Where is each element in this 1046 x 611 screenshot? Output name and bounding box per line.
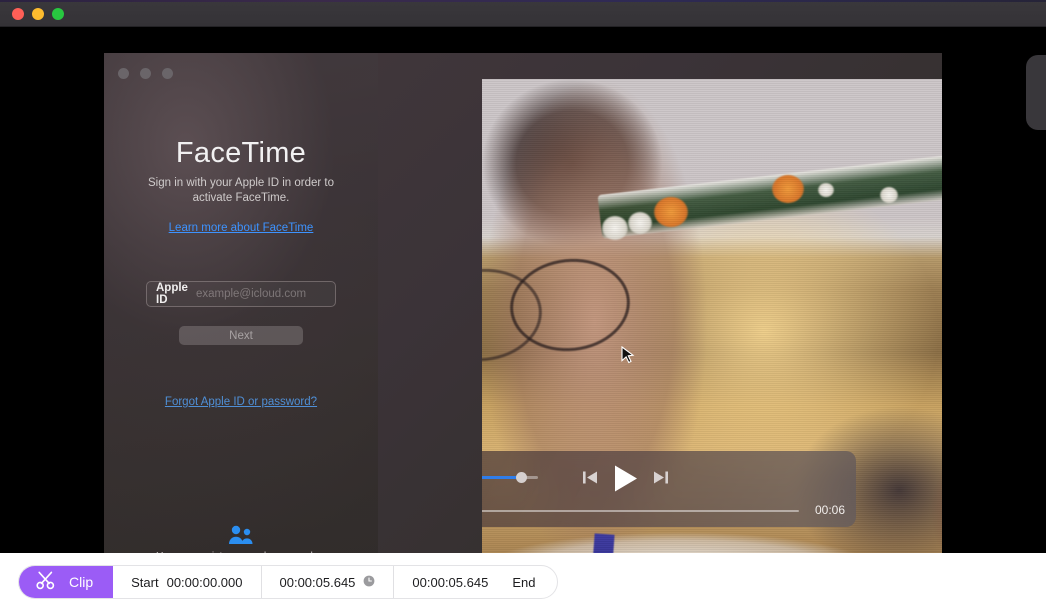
total-time-label: 00:06	[814, 503, 845, 517]
close-button[interactable]	[12, 8, 24, 20]
zoom-button[interactable]	[52, 8, 64, 20]
player-controls: 00:00 00:06	[482, 451, 856, 527]
volume-slider-knob[interactable]	[516, 472, 527, 483]
transport-controls	[582, 462, 672, 494]
learn-more-link[interactable]: Learn more about FaceTime	[104, 222, 378, 234]
play-icon[interactable]	[613, 464, 639, 498]
facetime-zoom-button[interactable]	[162, 68, 173, 79]
player-controls-top-row	[482, 451, 856, 501]
bottom-toolbar: Clip Start 00:00:00.000 00:00:05.645 00:…	[0, 553, 1046, 611]
decoration-flower	[654, 197, 688, 227]
volume-slider[interactable]	[482, 476, 538, 479]
facetime-subtitle: Sign in with your Apple ID in order to a…	[147, 177, 335, 204]
people-icon	[104, 525, 378, 545]
duration-value: 00:00:05.645	[279, 574, 356, 590]
forgot-apple-id-link[interactable]: Forgot Apple ID or password?	[104, 396, 378, 408]
next-icon[interactable]	[652, 469, 669, 491]
end-time-value: 00:00:05.645	[412, 574, 489, 590]
clock-icon	[363, 575, 375, 590]
player-controls-bottom-row: 00:00 00:06	[482, 499, 856, 527]
facetime-traffic-lights	[118, 68, 173, 79]
clip-button-label: Clip	[69, 574, 94, 590]
recording-canvas: FaceTime Sign in with your Apple ID in o…	[0, 27, 1046, 553]
window-traffic-lights	[12, 8, 64, 20]
next-button[interactable]: Next	[179, 326, 303, 345]
start-time-field[interactable]: Start 00:00:00.000	[113, 566, 262, 598]
start-label: Start	[131, 574, 159, 590]
duration-field[interactable]: 00:00:05.645	[262, 566, 395, 598]
decoration-flower	[602, 216, 628, 240]
decoration-flower	[628, 212, 652, 234]
clip-button[interactable]: Clip	[19, 566, 114, 598]
minimize-button[interactable]	[32, 8, 44, 20]
apple-id-field[interactable]: Apple ID	[146, 281, 350, 307]
apple-id-label: Apple ID	[156, 282, 188, 306]
decoration-flower	[818, 183, 834, 197]
decoration-flower	[880, 187, 898, 203]
end-label: End	[512, 574, 536, 590]
video-preview[interactable]: 00:00 00:06	[482, 79, 942, 553]
facetime-window: FaceTime Sign in with your Apple ID in o…	[104, 53, 942, 553]
facetime-minimize-button[interactable]	[140, 68, 151, 79]
previous-icon[interactable]	[582, 469, 599, 491]
subject-lanyard	[589, 533, 615, 553]
apple-id-input[interactable]	[187, 288, 350, 300]
start-time-value: 00:00:00.000	[166, 574, 243, 590]
decoration-flower	[772, 175, 804, 203]
right-edge-panel	[1026, 55, 1046, 130]
window-titlebar	[0, 0, 1046, 27]
end-time-field[interactable]: 00:00:05.645 End	[394, 566, 557, 598]
mouse-cursor	[621, 345, 635, 371]
facetime-signin-panel: FaceTime Sign in with your Apple ID in o…	[104, 53, 378, 553]
seek-slider[interactable]	[482, 510, 799, 512]
facetime-title: FaceTime	[175, 137, 307, 169]
clip-controls-group: Clip Start 00:00:00.000 00:00:05.645 00:…	[18, 565, 559, 599]
screen: FaceTime Sign in with your Apple ID in o…	[0, 0, 1046, 611]
facetime-close-button[interactable]	[118, 68, 129, 79]
scissors-icon	[36, 571, 55, 593]
